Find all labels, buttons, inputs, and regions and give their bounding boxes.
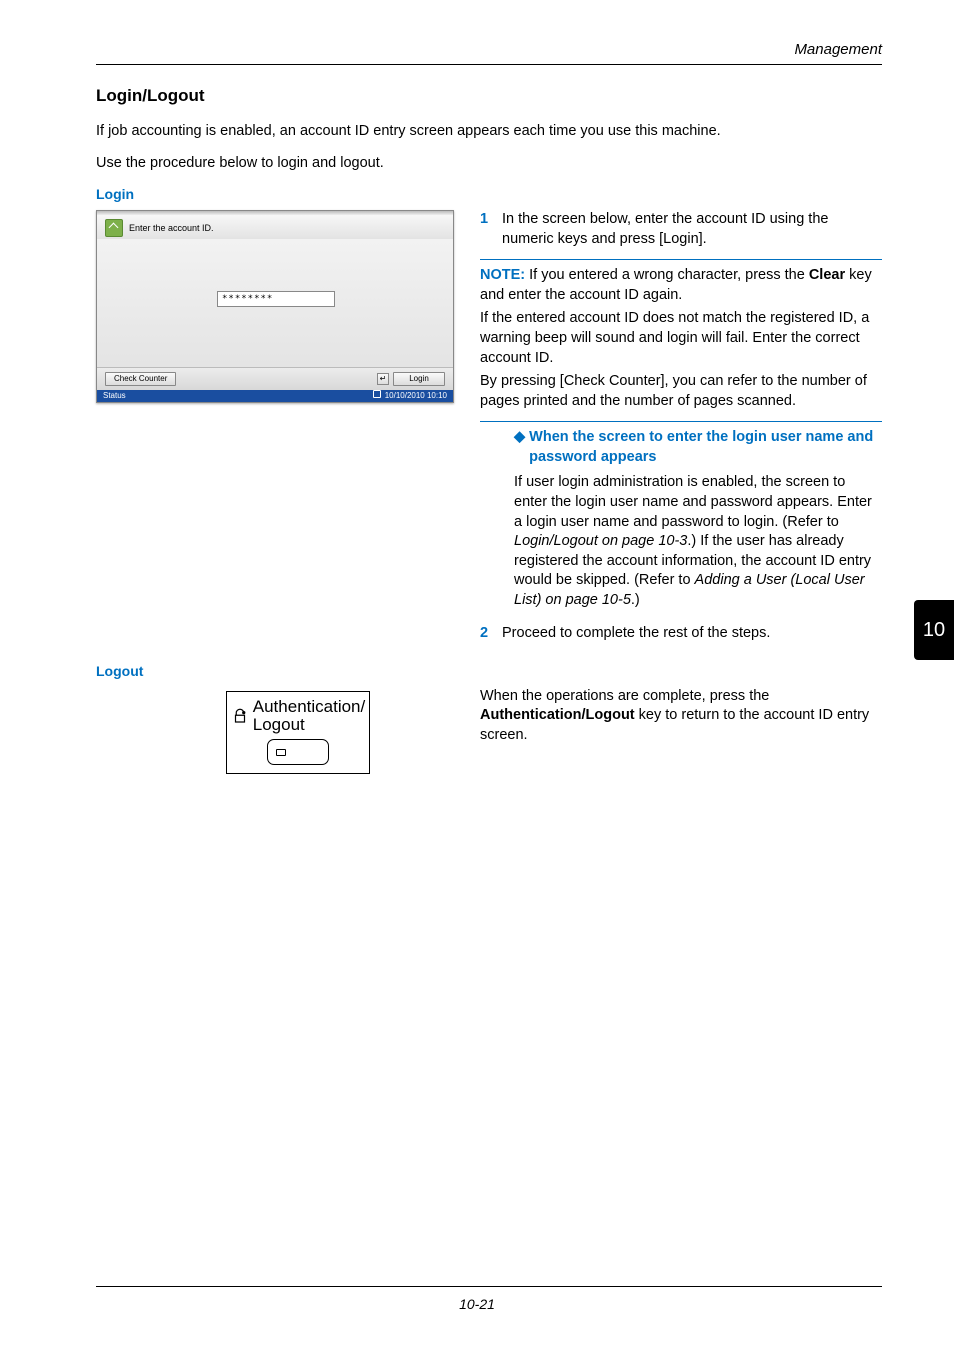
sub-heading-text: When the screen to enter the login user …: [529, 428, 882, 467]
intro-2: Use the procedure below to login and log…: [96, 154, 882, 174]
header-rule: [96, 64, 882, 65]
note-rule-top: [480, 259, 882, 260]
step-1-text: In the screen below, enter the account I…: [502, 210, 882, 249]
chapter-tab: 10: [914, 600, 954, 660]
note-rule-bottom: [480, 421, 882, 422]
auth-logout-key-label: Authentication/ Logout: [253, 698, 365, 734]
note-label: NOTE:: [480, 267, 525, 283]
login-screen-figure: Enter the account ID. ******** Check Cou…: [96, 210, 454, 403]
step-number-1: 1: [480, 210, 502, 249]
logout-heading: Logout: [96, 662, 882, 681]
lock-icon: [231, 707, 249, 725]
step-number-2: 2: [480, 624, 502, 644]
check-counter-button[interactable]: Check Counter: [105, 372, 176, 386]
note-para-2: If the entered account ID does not match…: [480, 309, 882, 368]
note-para-1: NOTE: If you entered a wrong character, …: [480, 266, 882, 305]
auth-logout-button[interactable]: [267, 739, 329, 765]
page-number: 10-21: [459, 1296, 495, 1312]
section-header: Management: [96, 40, 882, 60]
status-label: Status: [103, 391, 126, 402]
sub-heading: ◆ When the screen to enter the login use…: [514, 428, 882, 467]
xref-login-logout: Login/Logout on page 10-3: [514, 533, 687, 549]
login-heading: Login: [96, 185, 882, 204]
footer-rule: [96, 1286, 882, 1287]
diamond-icon: ◆: [514, 428, 525, 467]
auth-logout-key-figure: Authentication/ Logout: [226, 691, 370, 775]
login-prompt: Enter the account ID.: [129, 222, 214, 234]
led-icon: [276, 749, 286, 756]
intro-1: If job accounting is enabled, an account…: [96, 122, 882, 142]
step-2-text: Proceed to complete the rest of the step…: [502, 624, 882, 644]
login-button[interactable]: Login: [393, 372, 445, 386]
enter-key-icon: ↵: [377, 373, 389, 385]
status-datetime: 10/10/2010 10:10: [385, 391, 447, 400]
note-para-3: By pressing [Check Counter], you can ref…: [480, 372, 882, 411]
toner-icon: [373, 390, 381, 398]
logout-para: When the operations are complete, press …: [480, 687, 882, 746]
account-id-input[interactable]: ********: [217, 291, 335, 307]
login-icon: [105, 219, 123, 237]
sub-para: If user login administration is enabled,…: [514, 473, 882, 610]
page-title: Login/Logout: [96, 85, 882, 108]
